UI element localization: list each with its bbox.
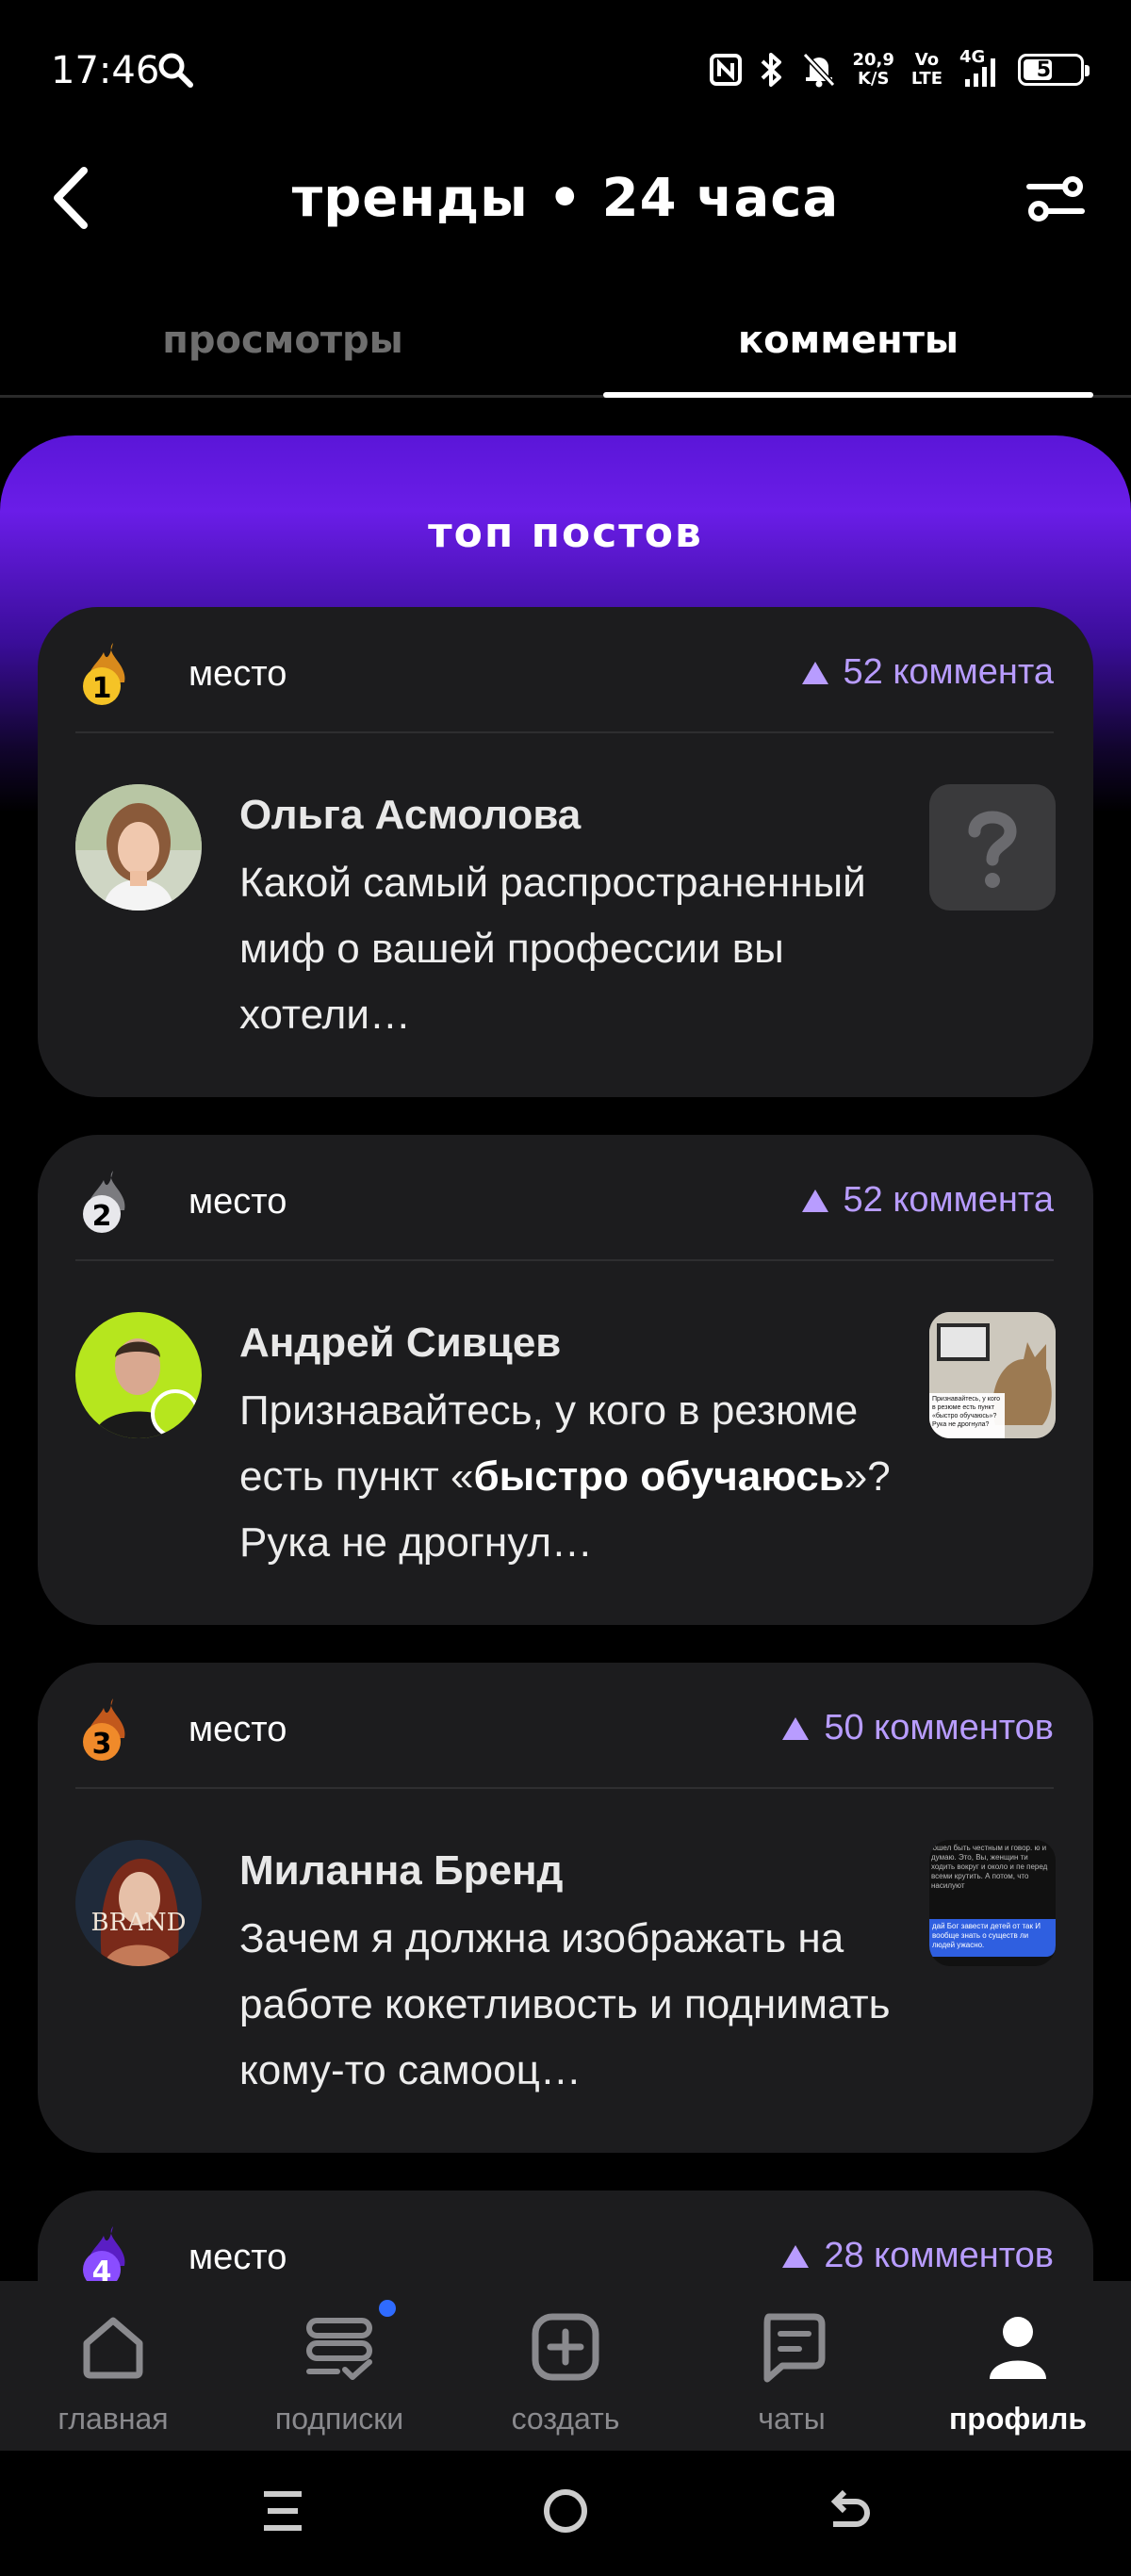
volte-indicator: Vo LTE [911, 51, 942, 89]
trend-up-icon [801, 661, 828, 684]
nav-item-subscriptions[interactable]: подписки [226, 2281, 452, 2451]
post-text-bold: быстро обучаюсь [473, 1453, 844, 1500]
post-thumbnail[interactable]: Признавайтесь, у кого в резюме есть пунк… [929, 1312, 1056, 1438]
home-icon [83, 2317, 143, 2379]
nav-item-chats[interactable]: чаты [679, 2281, 905, 2451]
nfc-icon [709, 54, 742, 86]
card-header: 1 место 52 коммента [75, 607, 1054, 733]
thumbnail-caption: Признавайтесь, у кого в резюме есть пунк… [932, 1396, 1001, 1428]
post-thumbnail[interactable] [929, 784, 1056, 911]
post-card[interactable]: 3 место 50 комментов BRAND Миланна Бренд… [38, 1663, 1093, 2153]
nav-label: главная [57, 2402, 169, 2436]
thumbnail-chat-text: юшел быть честным и говор. ю и думаю. Эт… [931, 1844, 1048, 1890]
search-icon [158, 53, 193, 88]
notification-badge [379, 2300, 396, 2317]
rank-label: место [188, 654, 287, 694]
card-header: 2 место 52 коммента [75, 1135, 1054, 1261]
nav-item-profile[interactable]: профиль [905, 2281, 1131, 2451]
status-bar: 17:46 20,9 K/S Vo LTE 4G 56 [0, 0, 1131, 141]
post-text[interactable]: Признавайтесь, у кого в резюме есть пунк… [239, 1378, 918, 1576]
avatar-photo: BRAND [75, 1840, 202, 1966]
rank-badge-gold-icon: 1 [83, 643, 125, 705]
card-header: 3 место 50 комментов [75, 1663, 1054, 1789]
volte-top: Vo [914, 50, 940, 70]
mute-bell-icon [802, 52, 835, 88]
rank-badge-silver-icon: 2 [83, 1171, 125, 1233]
post-text[interactable]: Зачем я должна изображать на работе коке… [239, 1906, 918, 2104]
rank-number: 3 [92, 1728, 112, 1761]
filter-button[interactable] [1018, 166, 1093, 232]
comments-text: 28 комментов [824, 2236, 1054, 2275]
author-name[interactable]: Андрей Сивцев [239, 1320, 561, 1367]
nav-label: чаты [758, 2402, 826, 2436]
rank-badge-bronze-icon: 3 [83, 1698, 125, 1761]
section-title: топ постов [428, 509, 703, 557]
net-speed-unit: K/S [857, 69, 890, 89]
nav-item-create[interactable]: создать [452, 2281, 679, 2451]
menu-icon[interactable] [254, 2483, 311, 2539]
rank-label: место [188, 1182, 287, 1222]
active-tab-indicator [603, 392, 1093, 398]
comments-count: 52 коммента [801, 1180, 1055, 1221]
thumbnail-chat-bubble: дай Бог завести детей от так И вообще зн… [929, 1919, 1056, 1957]
avatar[interactable]: BRAND [75, 1840, 202, 1966]
question-mark-icon [968, 811, 1017, 888]
chat-icon [763, 2313, 826, 2383]
back-arrow-icon[interactable] [820, 2483, 877, 2539]
status-time: 17:46 [51, 49, 160, 92]
comments-count: 52 коммента [801, 652, 1055, 693]
battery-icon: 56 [1018, 54, 1090, 86]
author-name[interactable]: Миланна Бренд [239, 1847, 563, 1895]
signal-icon: 4G [959, 47, 1001, 89]
battery-percent: 56 [1036, 57, 1066, 82]
sliders-icon [1026, 176, 1085, 222]
net-speed-value: 20,9 [852, 50, 894, 70]
post-card[interactable]: 1 место 52 коммента Ольга Асмолова Какой… [38, 607, 1093, 1097]
system-nav-bar [0, 2451, 1131, 2576]
rank-number: 1 [92, 672, 112, 705]
comments-count: 50 комментов [782, 1708, 1054, 1748]
post-thumbnail[interactable]: юшел быть честным и говор. ю и думаю. Эт… [929, 1840, 1056, 1966]
create-icon [532, 2313, 599, 2381]
trend-up-icon [801, 1189, 828, 1212]
tab-comments[interactable]: комменты [566, 319, 1131, 362]
home-circle-icon[interactable] [537, 2483, 594, 2539]
rank-label: место [188, 2238, 287, 2277]
trend-up-icon [782, 1716, 810, 1740]
header: тренды • 24 часа [0, 141, 1131, 254]
nav-item-home[interactable]: главная [0, 2281, 226, 2451]
comments-text: 52 коммента [843, 1180, 1055, 1220]
subscriptions-icon [306, 2318, 372, 2380]
page-title: тренды • 24 часа [291, 168, 840, 229]
avatar[interactable] [75, 784, 202, 911]
trend-up-icon [782, 2244, 810, 2268]
profile-icon [990, 2317, 1046, 2379]
tab-bar: просмотры комменты [0, 300, 1131, 398]
rank-label: место [188, 1710, 287, 1749]
avatar-photo [75, 784, 202, 911]
post-text[interactable]: Какой самый распространенный миф о вашей… [239, 850, 918, 1048]
avatar-photo [75, 1312, 202, 1438]
rank-number: 2 [92, 1200, 112, 1233]
nav-label: создать [511, 2402, 620, 2436]
bluetooth-icon [761, 53, 781, 87]
network-type: 4G [959, 47, 986, 67]
avatar[interactable] [75, 1312, 202, 1438]
volte-bottom: LTE [910, 69, 942, 89]
network-speed: 20,9 K/S [853, 51, 894, 89]
comments-text: 52 коммента [843, 652, 1055, 692]
comments-text: 50 комментов [824, 1708, 1054, 1747]
author-name[interactable]: Ольга Асмолова [239, 792, 581, 839]
nav-label: профиль [948, 2402, 1088, 2436]
nav-label: подписки [274, 2402, 404, 2436]
tab-views[interactable]: просмотры [0, 319, 566, 362]
avatar-brand-text: BRAND [90, 1909, 186, 1937]
bottom-nav: главная подписки создать чаты профиль [0, 2281, 1131, 2451]
comments-count: 28 комментов [782, 2236, 1054, 2276]
status-icons: 20,9 K/S Vo LTE 4G 56 [709, 47, 1090, 92]
top-posts-panel: топ постов 1 место 52 коммента Ольга Асм… [0, 435, 1131, 2576]
post-card[interactable]: 2 место 52 коммента Андрей Сивцев Призна… [38, 1135, 1093, 1625]
thumbnail-bubble-text: дай Бог завести детей от так И вообще зн… [932, 1922, 1041, 1949]
